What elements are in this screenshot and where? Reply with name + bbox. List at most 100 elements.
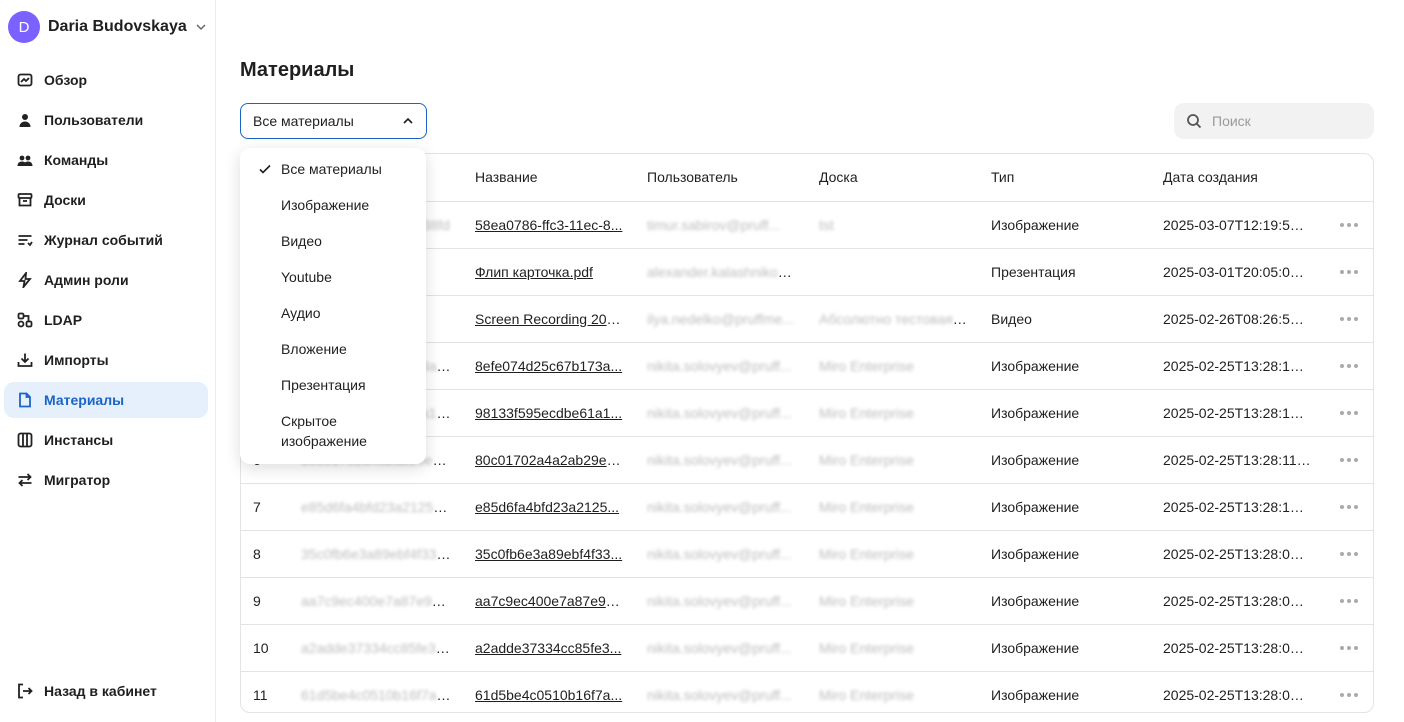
sidebar-item-label: Доски (44, 192, 86, 208)
more-options-icon[interactable] (1335, 598, 1363, 603)
filter-option-label: Аудио (281, 305, 321, 321)
row-user: nikita.solovyev@pruff... (647, 357, 792, 374)
chevron-up-icon (403, 117, 413, 124)
sidebar-item-imports[interactable]: Импорты (4, 342, 208, 378)
filter-option-image[interactable]: Изображение (240, 187, 426, 223)
row-board: Miro Enterprise (819, 639, 914, 656)
ldap-icon (16, 311, 34, 329)
sidebar-item-instances[interactable]: Инстансы (4, 422, 208, 458)
row-number: 10 (253, 639, 269, 656)
more-options-icon[interactable] (1335, 504, 1363, 509)
sidebar-item-label: Мигратор (44, 472, 111, 488)
row-type: Изображение (991, 639, 1080, 656)
more-options-icon[interactable] (1335, 457, 1363, 462)
materials-filter-select[interactable]: Все материалы (240, 103, 427, 139)
row-user: nikita.solovyev@pruff... (647, 404, 792, 421)
sidebar-item-event-log[interactable]: Журнал событий (4, 222, 208, 258)
filter-option-video[interactable]: Видео (240, 223, 426, 259)
row-name-link[interactable]: 80c01702a4a2ab29e3... (475, 452, 626, 468)
filter-option-presentation[interactable]: Презентация (240, 367, 426, 403)
column-header-user[interactable]: Пользователь (635, 154, 807, 202)
sidebar-item-ldap[interactable]: LDAP (4, 302, 208, 338)
sidebar-item-boards[interactable]: Доски (4, 182, 208, 218)
row-name-link[interactable]: Screen Recording 202... (475, 311, 626, 327)
more-options-icon[interactable] (1335, 363, 1363, 368)
row-name-link[interactable]: aa7c9ec400e7a87e9ef... (475, 593, 629, 609)
row-type: Изображение (991, 216, 1080, 233)
row-date: 2025-02-25T13:28:07.... (1163, 639, 1314, 656)
sidebar-item-overview[interactable]: Обзор (4, 62, 208, 98)
filter-option-all[interactable]: Все материалы (240, 151, 426, 187)
search-box[interactable] (1174, 103, 1374, 139)
row-name-link[interactable]: 8efe074d25c67b173a... (475, 358, 622, 374)
row-id: 35c0fb6e3a89ebf4f336f1 (301, 545, 456, 562)
sidebar-item-admin-roles[interactable]: Админ роли (4, 262, 208, 298)
row-id: aa7c9ec400e7a87e9ef570 (301, 592, 463, 609)
column-header-name[interactable]: Название (463, 154, 635, 202)
sidebar-item-label: LDAP (44, 312, 83, 328)
row-type: Презентация (991, 263, 1076, 280)
more-options-icon[interactable] (1335, 316, 1363, 321)
row-board: Miro Enterprise (819, 545, 914, 562)
filter-option-audio[interactable]: Аудио (240, 295, 426, 331)
sidebar-item-label: Команды (44, 152, 109, 168)
more-options-icon[interactable] (1335, 551, 1363, 556)
chart-line-icon (16, 71, 34, 89)
row-type: Изображение (991, 592, 1080, 609)
sidebar-item-teams[interactable]: Команды (4, 142, 208, 178)
filter-option-label: Youtube (281, 269, 332, 285)
file-icon (16, 391, 34, 409)
more-options-icon[interactable] (1335, 692, 1363, 697)
avatar: D (8, 11, 40, 43)
row-name-link[interactable]: 61d5be4c0510b16f7a... (475, 687, 622, 703)
columns-icon (16, 431, 34, 449)
filter-option-hidden-image[interactable]: Скрытое изображение (240, 403, 390, 459)
row-name-link[interactable]: Флип карточка.pdf (475, 264, 593, 280)
sidebar-item-label: Админ роли (44, 272, 129, 288)
row-board: Miro Enterprise (819, 357, 914, 374)
more-options-icon[interactable] (1335, 410, 1363, 415)
more-options-icon[interactable] (1335, 222, 1363, 227)
row-name-link[interactable]: 58ea0786-ffc3-11ec-8... (475, 217, 622, 233)
row-board: Miro Enterprise (819, 686, 914, 703)
search-input[interactable] (1212, 113, 1362, 129)
row-date: 2025-02-25T13:28:08.... (1163, 592, 1314, 609)
filter-selected-value: Все материалы (253, 113, 354, 129)
column-header-created[interactable]: Дата создания (1151, 154, 1323, 202)
row-name-link[interactable]: 35c0fb6e3a89ebf4f33... (475, 546, 622, 562)
row-name-link[interactable]: a2adde37334cc85fe3... (475, 640, 621, 656)
filter-option-label: Вложение (281, 341, 347, 357)
sidebar-item-materials[interactable]: Материалы (4, 382, 208, 418)
row-board: Абсолютно тестовая ... (819, 310, 969, 327)
row-board: tst (819, 216, 834, 233)
row-id: e85d6fa4bfd23a21251df (301, 498, 453, 515)
sidebar-item-label: Пользователи (44, 112, 144, 128)
row-user: nikita.solovyev@pruff... (647, 451, 792, 468)
back-to-cabinet-link[interactable]: Назад в кабинет (16, 682, 157, 700)
column-header-type[interactable]: Тип (979, 154, 1151, 202)
table-row: 11 61d5be4c0510b16f7a7b0 61d5be4c0510b16f7… (241, 671, 1373, 712)
sidebar-item-migrator[interactable]: Мигратор (4, 462, 208, 498)
row-date: 2025-02-25T13:28:11.... (1163, 451, 1313, 468)
filter-option-youtube[interactable]: Youtube (240, 259, 426, 295)
row-number: 8 (253, 545, 261, 562)
column-header-actions (1323, 154, 1373, 202)
row-id: 61d5be4c0510b16f7a7b0 (301, 686, 460, 703)
row-name-link[interactable]: 98133f595ecdbe61a1... (475, 405, 622, 421)
user-menu[interactable]: D Daria Budovskaya (8, 11, 207, 43)
user-name: Daria Budovskaya (48, 18, 187, 35)
filter-option-label: Изображение (281, 197, 370, 213)
filter-option-label: Все материалы (281, 161, 382, 177)
sidebar-item-users[interactable]: Пользователи (4, 102, 208, 138)
column-header-board[interactable]: Доска (807, 154, 979, 202)
sidebar-item-label: Инстансы (44, 432, 114, 448)
filter-option-label: Видео (281, 233, 322, 249)
row-name-link[interactable]: e85d6fa4bfd23a2125... (475, 499, 619, 515)
more-options-icon[interactable] (1335, 645, 1363, 650)
more-options-icon[interactable] (1335, 269, 1363, 274)
row-user: nikita.solovyev@pruff... (647, 592, 792, 609)
row-user: alexander.kalashnikov... (647, 263, 796, 280)
filter-option-attachment[interactable]: Вложение (240, 331, 426, 367)
filter-option-label: Презентация (281, 377, 366, 393)
row-date: 2025-02-25T13:28:10.... (1163, 498, 1314, 515)
